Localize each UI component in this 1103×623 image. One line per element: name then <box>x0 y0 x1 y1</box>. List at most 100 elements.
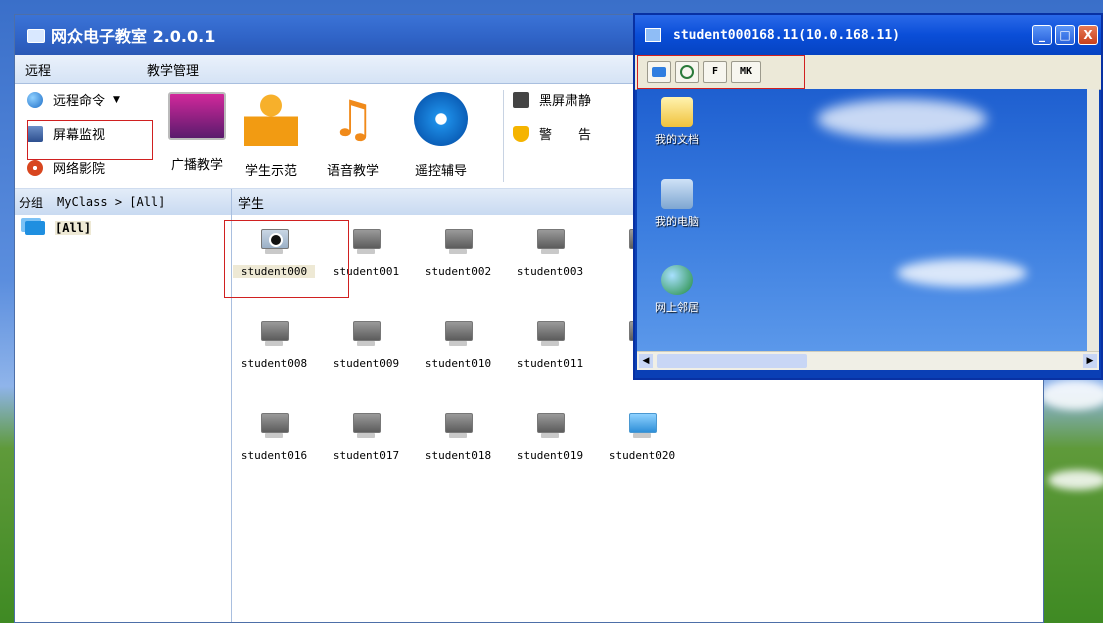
student-name: student008 <box>240 357 308 370</box>
desktop-cloud <box>1040 380 1103 410</box>
group-item-label: [All] <box>55 221 92 235</box>
remote-command-label: 远程命令 <box>53 94 106 109</box>
broadcast-teaching-button[interactable]: 广播教学 <box>167 90 227 173</box>
warning-label: 警 告 <box>539 128 592 143</box>
student-item[interactable]: student018 <box>417 413 499 462</box>
voice-teaching-button[interactable]: ♫ 语音教学 <box>323 90 383 179</box>
student-header-label: 学生 <box>238 196 265 212</box>
close-button[interactable]: X <box>1078 25 1098 45</box>
student-item[interactable]: student011 <box>509 321 591 370</box>
remote-window-title: student000168.11(10.0.168.11) <box>673 27 900 43</box>
student-monitor-icon <box>443 229 473 255</box>
student-monitor-icon <box>627 413 657 439</box>
student-monitor-icon <box>259 413 289 439</box>
main-window-title: 网众电子教室 2.0.0.1 <box>51 27 216 46</box>
warning-button[interactable]: 警 告 <box>513 124 591 143</box>
student-monitor-icon <box>535 413 565 439</box>
black-monitor-icon <box>513 91 529 108</box>
student-monitor-icon <box>351 413 381 439</box>
globe-icon <box>27 91 43 108</box>
my-documents-label: 我的文档 <box>655 133 699 146</box>
desktop-icon-my-computer[interactable]: 我的电脑 <box>647 179 707 229</box>
desktop-cloud <box>1048 470 1103 490</box>
network-cinema-button[interactable]: 网络影院 <box>27 158 105 177</box>
student-name: student020 <box>608 449 676 462</box>
remote-view-window: student000168.11(10.0.168.11) _ □ X F MK… <box>633 13 1103 380</box>
group-item-all[interactable]: [All] <box>25 221 231 235</box>
remote-command-button[interactable]: 远程命令 ▼ <box>27 90 120 109</box>
student-monitor-icon <box>351 321 381 347</box>
student-name: student018 <box>424 449 492 462</box>
warning-shield-icon <box>513 125 529 142</box>
classroom-app-icon <box>27 29 45 43</box>
music-note-icon: ♫ <box>330 90 376 148</box>
remote-vertical-scrollbar[interactable] <box>1087 89 1099 351</box>
student-item[interactable]: student017 <box>325 413 407 462</box>
group-header-label: 分组 <box>19 195 44 210</box>
remote-assist-button[interactable]: 遥控辅导 <box>411 90 471 179</box>
highlight-remote-toolbar <box>637 55 805 89</box>
network-places-label: 网上邻居 <box>655 301 699 314</box>
highlight-student000 <box>224 220 349 298</box>
minimize-button[interactable]: _ <box>1032 25 1052 45</box>
computer-icon <box>661 179 693 209</box>
desktop-icon-network-places[interactable]: 网上邻居 <box>647 265 707 315</box>
network-globe-icon <box>661 265 693 295</box>
remote-horizontal-scrollbar[interactable]: ◀ ▶ <box>637 351 1099 370</box>
desktop-icon-my-documents[interactable]: 我的文档 <box>647 97 707 147</box>
group-header: 分组 MyClass > [All] <box>15 189 232 215</box>
my-computer-label: 我的电脑 <box>655 215 699 228</box>
scroll-left-icon[interactable]: ◀ <box>639 354 653 368</box>
student-name: student003 <box>516 265 584 278</box>
student-monitor-icon <box>535 321 565 347</box>
student-name: student010 <box>424 357 492 370</box>
student-demo-label: 学生示范 <box>244 164 297 179</box>
student-monitor-icon <box>443 321 473 347</box>
student-name: student017 <box>332 449 400 462</box>
student-name: student016 <box>240 449 308 462</box>
student-demo-button[interactable]: 学生示范 <box>241 90 301 179</box>
student-monitor-icon <box>351 229 381 255</box>
film-reel-icon <box>27 159 43 176</box>
student-item[interactable]: student002 <box>417 229 499 278</box>
highlight-screen-monitor <box>27 120 153 160</box>
group-tree: [All] <box>15 215 232 622</box>
student-name: student011 <box>516 357 584 370</box>
scroll-right-icon[interactable]: ▶ <box>1083 354 1097 368</box>
student-monitor-icon <box>259 321 289 347</box>
student-name: student002 <box>424 265 492 278</box>
remote-desktop: 我的文档 我的电脑 网上邻居 <box>637 89 1099 351</box>
ribbon-separator <box>503 90 504 182</box>
student-monitor-icon <box>443 413 473 439</box>
network-cinema-label: 网络影院 <box>53 162 106 177</box>
student-item[interactable]: student009 <box>325 321 407 370</box>
student-name: student019 <box>516 449 584 462</box>
chevron-down-icon: ▼ <box>113 94 120 105</box>
student-item[interactable]: student003 <box>509 229 591 278</box>
student-item[interactable]: student019 <box>509 413 591 462</box>
remote-window-icon <box>645 28 661 42</box>
broadcast-monitor-icon <box>168 92 226 140</box>
remote-cloud <box>817 99 987 139</box>
group-path: MyClass > [All] <box>57 195 166 209</box>
remote-cloud <box>897 259 1027 287</box>
black-screen-label: 黑屏肃静 <box>539 94 592 109</box>
student-item[interactable]: student010 <box>417 321 499 370</box>
menu-teaching-management[interactable]: 教学管理 <box>51 60 199 79</box>
student-person-icon <box>244 92 298 146</box>
broadcast-teaching-label: 广播教学 <box>170 158 223 173</box>
wireless-signal-icon <box>414 92 468 146</box>
remote-assist-label: 遥控辅导 <box>414 164 467 179</box>
student-monitor-icon <box>535 229 565 255</box>
scroll-thumb[interactable] <box>657 354 807 368</box>
voice-teaching-label: 语音教学 <box>326 164 379 179</box>
student-item[interactable]: student016 <box>233 413 315 462</box>
menu-remote[interactable]: 远程 <box>15 60 51 79</box>
maximize-button[interactable]: □ <box>1055 25 1075 45</box>
student-item[interactable]: student020 <box>601 413 683 462</box>
folder-icon <box>661 97 693 127</box>
student-item[interactable]: student008 <box>233 321 315 370</box>
student-name: student009 <box>332 357 400 370</box>
black-screen-button[interactable]: 黑屏肃静 <box>513 90 591 109</box>
group-icon <box>25 221 45 235</box>
